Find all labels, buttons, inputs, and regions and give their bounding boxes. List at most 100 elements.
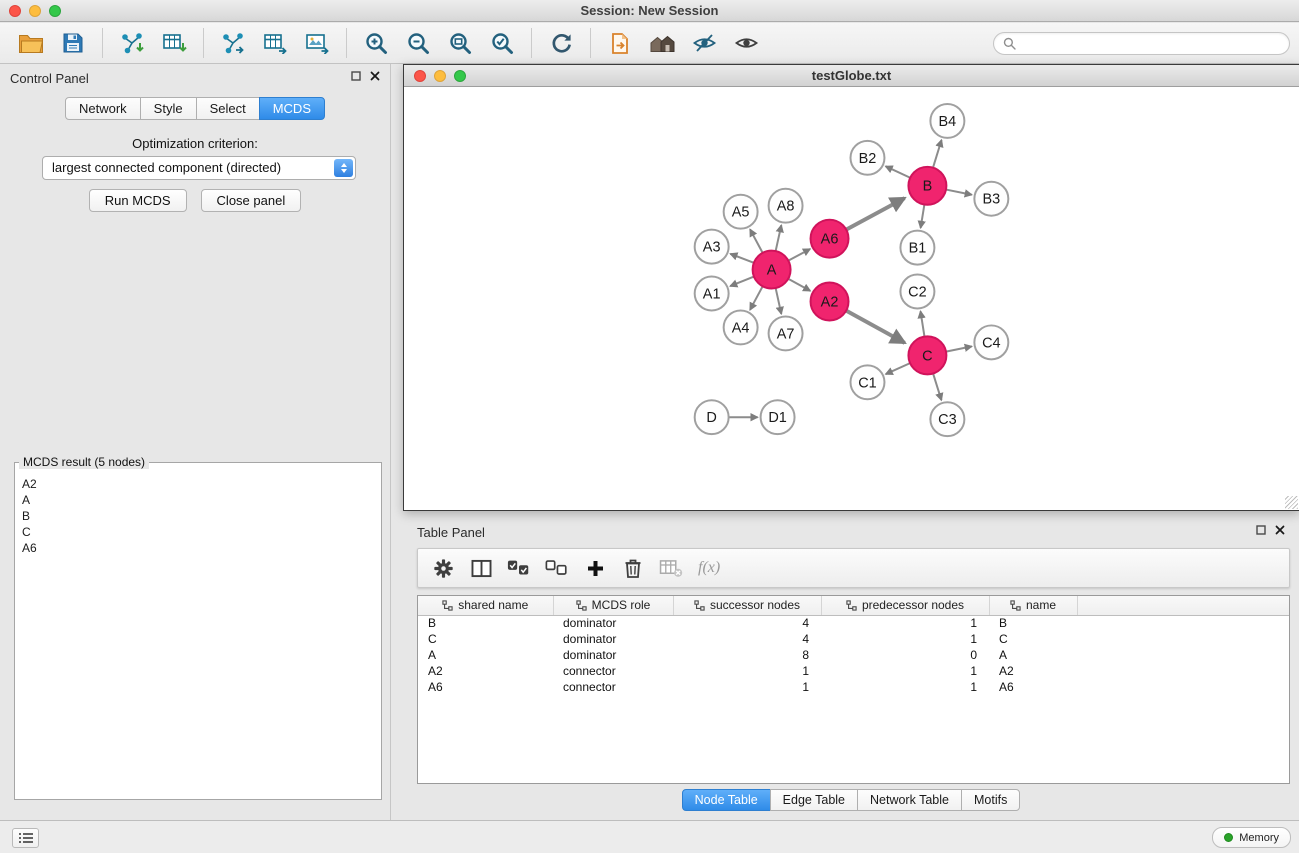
export-network-button[interactable] [212,25,254,61]
node-C3[interactable]: C3 [930,402,964,436]
tab-network[interactable]: Network [65,97,141,120]
tab-motifs[interactable]: Motifs [961,789,1020,811]
export-image-button[interactable] [296,25,338,61]
tab-edge-table[interactable]: Edge Table [770,789,858,811]
edge-C-C3[interactable] [933,373,941,400]
import-table-button[interactable] [153,25,195,61]
edge-A-A7[interactable] [776,288,782,314]
table-row-b[interactable]: Bdominator41B [418,615,1289,631]
node-B3[interactable]: B3 [974,182,1008,216]
tab-node-table[interactable]: Node Table [682,789,771,811]
tab-style[interactable]: Style [140,97,197,120]
node-B4[interactable]: B4 [930,104,964,138]
resize-grip[interactable] [1285,496,1298,509]
edge-C-C1[interactable] [886,363,910,374]
node-C[interactable]: C [908,336,946,374]
close-window-button[interactable] [9,5,21,17]
refresh-button[interactable] [540,25,582,61]
edge-B-B2[interactable] [886,166,911,177]
close-panel-button[interactable]: Close panel [201,189,302,212]
network-canvas[interactable]: B4B2BB3A8A5A6A3B1AC2A1A2A4A7C4CC1C3DD1 [404,88,1299,510]
edge-A-A8[interactable] [776,225,782,251]
plus-button[interactable] [578,552,612,584]
open-document-button[interactable] [599,25,641,61]
mcds-result-list[interactable]: A2ABCA6 [18,474,378,796]
node-B2[interactable]: B2 [851,141,885,175]
columns-button[interactable] [464,552,498,584]
result-item-c[interactable]: C [22,524,374,540]
column-header-predecessor-nodes[interactable]: predecessor nodes [821,596,989,615]
column-header-name[interactable]: name [989,596,1077,615]
edge-A-A1[interactable] [730,277,754,286]
table-row-a[interactable]: Adominator80A [418,647,1289,663]
node-A7[interactable]: A7 [769,316,803,350]
float-panel-button[interactable] [351,71,361,81]
result-item-a2[interactable]: A2 [22,476,374,492]
edge-C-C2[interactable] [921,311,925,336]
network-minimize-button[interactable] [434,70,446,82]
select-all-button[interactable] [502,552,536,584]
close-table-panel-button[interactable] [1275,525,1285,535]
edge-B-B3[interactable] [946,190,972,195]
tab-mcds[interactable]: MCDS [259,97,325,120]
zoom-out-button[interactable] [397,25,439,61]
edge-A2-C[interactable] [846,311,905,343]
node-D[interactable]: D [695,400,729,434]
close-panel-x-button[interactable] [370,71,380,81]
table-row-a6[interactable]: A6connector11A6 [418,679,1289,695]
zoom-selected-button[interactable] [481,25,523,61]
result-item-a6[interactable]: A6 [22,540,374,556]
edge-B-B4[interactable] [933,140,942,168]
tab-network-table[interactable]: Network Table [857,789,962,811]
gear-button[interactable] [426,552,460,584]
edge-A-A6[interactable] [788,249,810,261]
node-A5[interactable]: A5 [724,195,758,229]
zoom-window-button[interactable] [49,5,61,17]
float-table-panel-button[interactable] [1256,525,1266,535]
task-history-button[interactable] [12,828,39,848]
column-header-MCDS-role[interactable]: MCDS role [553,596,673,615]
node-B[interactable]: B [908,167,946,205]
home-button[interactable] [641,25,683,61]
node-A3[interactable]: A3 [695,230,729,264]
network-zoom-button[interactable] [454,70,466,82]
node-A[interactable]: A [753,251,791,289]
open-session-button[interactable] [10,25,52,61]
zoom-fit-button[interactable] [439,25,481,61]
node-B1[interactable]: B1 [900,231,934,265]
node-C2[interactable]: C2 [900,275,934,309]
table-row-c[interactable]: Cdominator41C [418,631,1289,647]
node-A6[interactable]: A6 [811,220,849,258]
search-input[interactable] [1021,36,1280,51]
node-A4[interactable]: A4 [724,310,758,344]
zoom-in-button[interactable] [355,25,397,61]
edge-A-A4[interactable] [750,286,763,310]
memory-button[interactable]: Memory [1212,827,1291,848]
save-session-button[interactable] [52,25,94,61]
edge-A-A3[interactable] [730,254,754,263]
edge-B-B1[interactable] [921,204,925,227]
minimize-window-button[interactable] [29,5,41,17]
import-network-button[interactable] [111,25,153,61]
edge-A6-B[interactable] [846,198,904,230]
hide-graphics-button[interactable] [683,25,725,61]
column-header-successor-nodes[interactable]: successor nodes [673,596,821,615]
node-A2[interactable]: A2 [811,283,849,321]
export-table-button[interactable] [254,25,296,61]
optimization-dropdown[interactable]: largest connected component (directed) [42,156,356,180]
result-item-a[interactable]: A [22,492,374,508]
node-C1[interactable]: C1 [851,365,885,399]
column-header-shared-name[interactable]: shared name [418,596,553,615]
run-mcds-button[interactable]: Run MCDS [89,189,187,212]
node-A1[interactable]: A1 [695,277,729,311]
show-graphics-button[interactable] [725,25,767,61]
node-C4[interactable]: C4 [974,325,1008,359]
function-builder-button[interactable]: f(x) [698,559,720,577]
delete-table-button[interactable] [654,552,688,584]
network-close-button[interactable] [414,70,426,82]
network-window-titlebar[interactable]: testGlobe.txt [404,65,1299,87]
edge-A-A5[interactable] [750,229,763,253]
tab-select[interactable]: Select [196,97,260,120]
result-item-b[interactable]: B [22,508,374,524]
node-D1[interactable]: D1 [761,400,795,434]
